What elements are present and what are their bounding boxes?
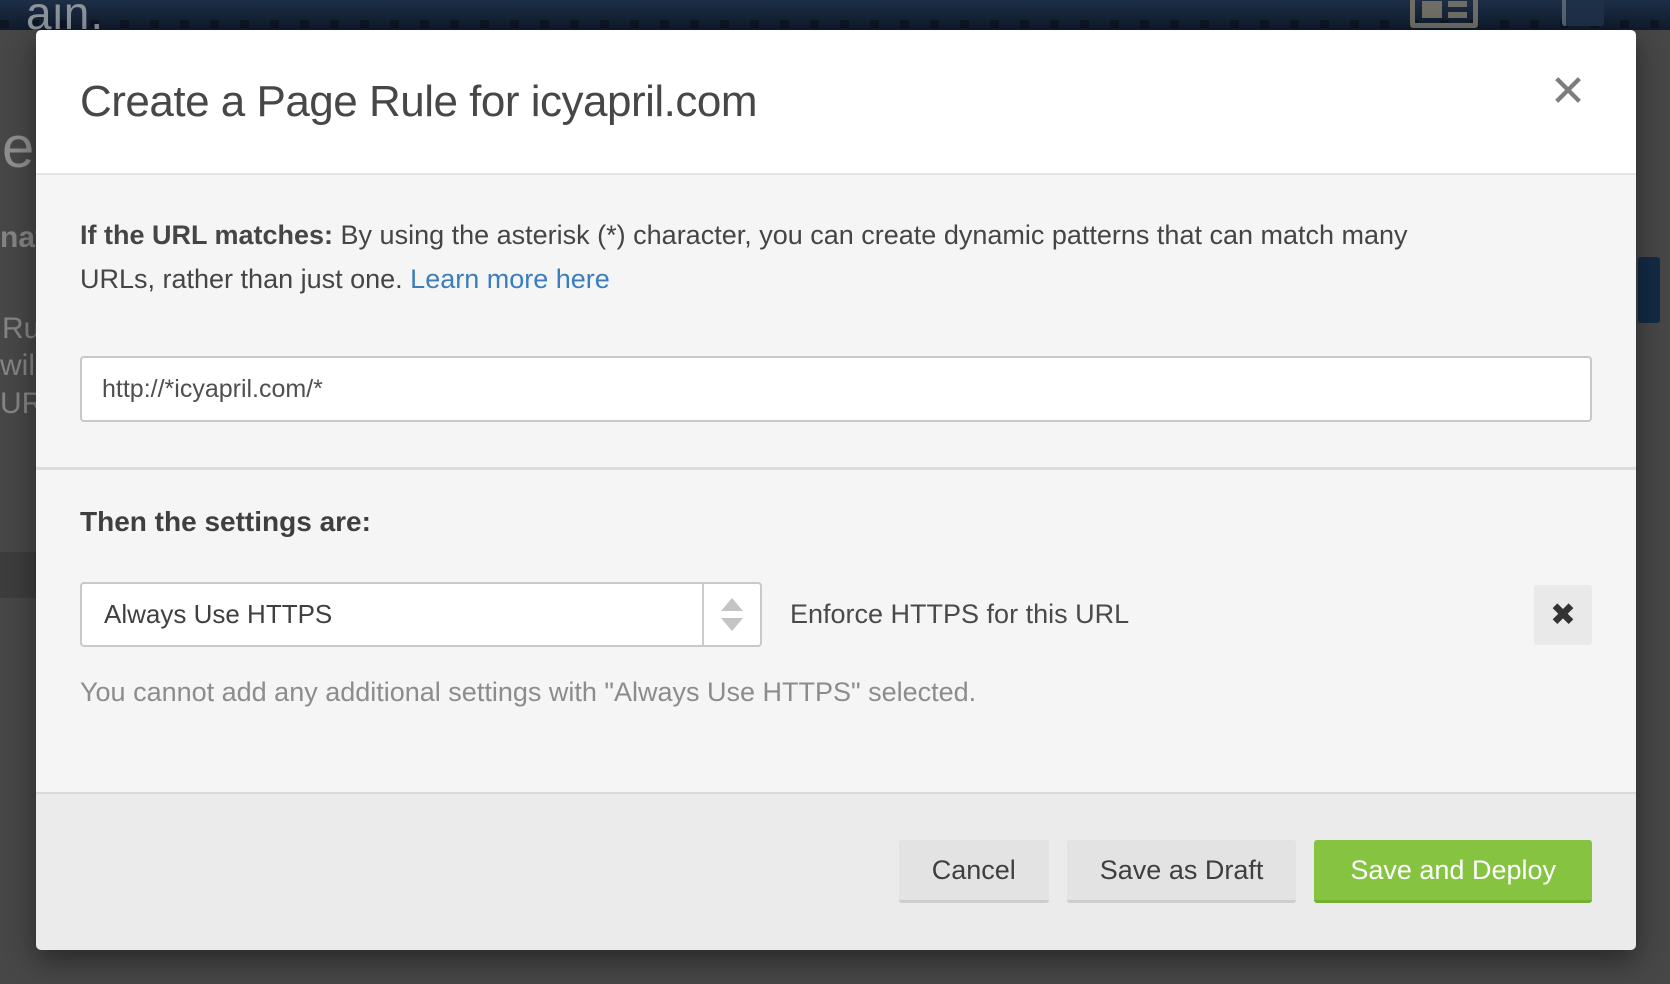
partial-icon [1562, 0, 1604, 26]
save-and-deploy-button[interactable]: Save and Deploy [1314, 840, 1592, 903]
chevron-up-icon [721, 598, 743, 611]
background-right-edge [1636, 30, 1670, 984]
create-page-rule-modal: Create a Page Rule for icyapril.com ✕ If… [36, 30, 1636, 950]
background-text-fragment: nav [0, 221, 36, 255]
background-topbar: ain. [0, 0, 1670, 30]
settings-heading: Then the settings are: [80, 506, 1592, 538]
setting-select-value: Always Use HTTPS [82, 584, 702, 645]
setting-select[interactable]: Always Use HTTPS [80, 582, 762, 647]
screen: ain. e nav Ru will UR Create a Page Rule… [0, 0, 1670, 984]
cancel-button[interactable]: Cancel [899, 840, 1049, 903]
learn-more-link[interactable]: Learn more here [410, 264, 610, 294]
setting-note: You cannot add any additional settings w… [80, 677, 1592, 708]
modal-body: If the URL matches: By using the asteris… [36, 175, 1636, 792]
background-button-fragment [1638, 257, 1660, 323]
setting-description: Enforce HTTPS for this URL [790, 599, 1129, 630]
url-match-label: If the URL matches: [80, 220, 333, 250]
close-icon[interactable]: ✕ [1544, 68, 1592, 116]
url-pattern-input[interactable] [80, 356, 1592, 422]
background-left-edge: e nav Ru will UR [0, 30, 36, 984]
setting-row: Always Use HTTPS Enforce HTTPS for this … [80, 582, 1592, 647]
background-text-fragment: will [0, 349, 36, 383]
background-text-fragment: e [2, 114, 34, 181]
chevron-down-icon [721, 618, 743, 631]
modal-header: Create a Page Rule for icyapril.com ✕ [36, 30, 1636, 175]
url-match-description: If the URL matches: By using the asteris… [80, 213, 1480, 301]
background-clipped-heading: ain. [26, 0, 104, 30]
modal-footer: Cancel Save as Draft Save and Deploy [36, 792, 1636, 950]
save-as-draft-button[interactable]: Save as Draft [1067, 840, 1297, 903]
modal-title: Create a Page Rule for icyapril.com [80, 77, 757, 127]
select-stepper-icon[interactable] [702, 584, 760, 645]
settings-section: Then the settings are: Always Use HTTPS … [36, 470, 1636, 708]
background-text-fragment: UR [0, 387, 36, 421]
url-match-section: If the URL matches: By using the asteris… [36, 175, 1636, 470]
background-table-header-fragment [0, 552, 36, 598]
remove-setting-icon[interactable]: ✖ [1534, 585, 1592, 645]
layout-icon [1410, 0, 1478, 28]
background-text-fragment: Ru [2, 312, 36, 346]
